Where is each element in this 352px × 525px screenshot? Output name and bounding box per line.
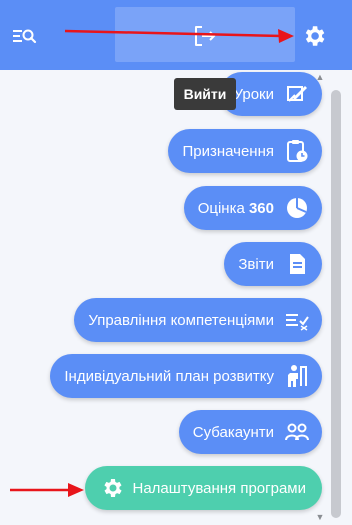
menu-item-development-plan[interactable]: Індивідуальний план розвитку xyxy=(50,354,322,398)
menu-item-competency-management[interactable]: Управління компетенціями xyxy=(74,298,322,342)
report-document-icon xyxy=(284,251,310,277)
logout-icon xyxy=(195,26,216,46)
menu-item-360-evaluation[interactable]: Оцінка 360 xyxy=(183,186,322,230)
menu-item-subaccounts[interactable]: Субакаунти xyxy=(178,410,322,454)
clipboard-clock-icon xyxy=(284,138,310,164)
logout-tooltip: Вийти xyxy=(174,78,236,110)
menu-item-label: Індивідуальний план розвитку xyxy=(64,367,274,385)
menu-item-assignments[interactable]: Призначення xyxy=(168,129,322,173)
settings-button[interactable] xyxy=(296,18,332,54)
menu-item-program-settings[interactable]: Налаштування програми xyxy=(84,466,322,510)
scrollbar[interactable] xyxy=(331,90,341,518)
menu-item-label: Звіти xyxy=(238,255,274,273)
users-icon xyxy=(284,419,310,445)
menu-item-label: Призначення xyxy=(182,142,274,160)
gear-icon xyxy=(99,475,125,501)
menu-item-label: Налаштування програми xyxy=(132,479,307,497)
top-bar xyxy=(0,0,352,70)
menu-item-label: Субакаунти xyxy=(192,423,274,441)
menu-item-label: Управління компетенціями xyxy=(88,311,274,329)
list-check-icon xyxy=(284,307,310,333)
menu-item-label: Уроки xyxy=(233,85,274,103)
logout-button[interactable] xyxy=(188,20,222,52)
scroll-down-arrow[interactable]: ▼ xyxy=(313,510,327,524)
gear-icon xyxy=(305,26,325,46)
climb-person-icon xyxy=(284,363,310,389)
pie-chart-icon xyxy=(284,195,310,221)
menu-item-label: Оцінка 360 xyxy=(197,199,274,217)
menu-item-reports[interactable]: Звіти xyxy=(224,242,322,286)
list-search-button[interactable] xyxy=(8,22,42,50)
list-search-icon xyxy=(13,29,37,44)
lesson-edit-icon xyxy=(284,81,310,107)
